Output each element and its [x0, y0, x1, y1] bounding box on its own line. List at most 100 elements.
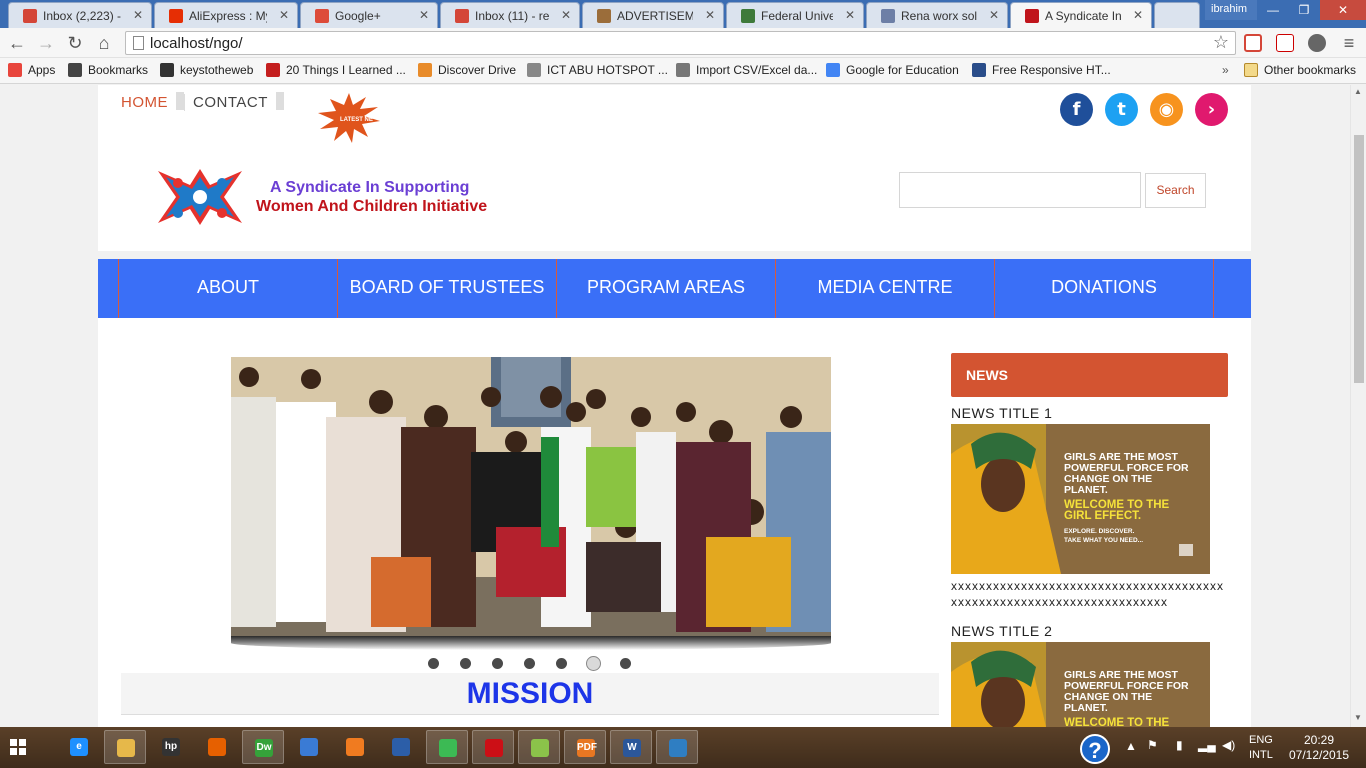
news-title-1[interactable]: NEWS TITLE 1 — [951, 405, 1052, 421]
tab-close-icon[interactable]: ✕ — [845, 8, 855, 22]
bookmark-item[interactable]: Free Responsive HT... — [972, 63, 1111, 77]
bookmark-star-icon[interactable]: ☆ — [1213, 32, 1229, 53]
scroll-thumb[interactable] — [1354, 135, 1364, 383]
taskbar-app-chrome[interactable] — [426, 730, 468, 764]
taskbar-app-pdf[interactable]: PDF — [564, 730, 606, 764]
gmail-extension-icon[interactable] — [1244, 34, 1262, 52]
clock[interactable]: 20:29 07/12/2015 — [1287, 733, 1351, 763]
tab-title: Inbox (2,223) - id — [43, 9, 121, 23]
bookmark-item[interactable]: Apps — [8, 63, 55, 77]
home-button[interactable]: ⌂ — [93, 32, 115, 54]
battery-icon[interactable]: ▮ — [1176, 738, 1183, 752]
slider-dot[interactable] — [492, 658, 503, 669]
search-button[interactable]: Search — [1145, 173, 1206, 208]
browser-tab[interactable]: Google+ ✕ — [300, 2, 438, 28]
news-image-1[interactable]: GIRLS ARE THE MOST POWERFUL FORCE FOR CHAN… — [951, 424, 1210, 574]
window-close-button[interactable]: ✕ — [1320, 0, 1366, 20]
tab-close-icon[interactable]: ✕ — [989, 8, 999, 22]
network-icon[interactable]: ▂▄ — [1198, 738, 1216, 752]
browser-tab[interactable]: Federal Universit ✕ — [726, 2, 864, 28]
tab-close-icon[interactable]: ✕ — [279, 8, 289, 22]
bookmarks-overflow-icon[interactable]: » — [1222, 63, 1229, 77]
extension-icon[interactable] — [1308, 34, 1326, 52]
nav-home-link[interactable]: HOME — [121, 94, 176, 111]
forward-button[interactable]: → — [35, 32, 57, 54]
taskbar-app-messenger[interactable] — [518, 730, 560, 764]
menu-item-donations[interactable]: DONATIONS — [994, 259, 1213, 318]
tab-close-icon[interactable]: ✕ — [561, 8, 571, 22]
chrome-icon — [439, 739, 457, 757]
menu-item-program-areas[interactable]: PROGRAM AREAS — [556, 259, 775, 318]
slider-dot[interactable] — [524, 658, 535, 669]
extension-icon[interactable] — [1276, 34, 1294, 52]
menu-item-about[interactable]: ABOUT — [118, 259, 337, 318]
bookmark-item[interactable]: Discover Drive — [418, 63, 516, 77]
scroll-up-icon[interactable]: ▲ — [1354, 87, 1362, 96]
slider-dot[interactable] — [586, 656, 601, 671]
taskbar-app-xampp[interactable] — [334, 730, 376, 764]
taskbar-app-dreamweaver[interactable]: Dw — [242, 730, 284, 764]
scroll-down-icon[interactable]: ▼ — [1354, 713, 1362, 722]
new-tab-button[interactable] — [1154, 2, 1200, 28]
bookmark-item[interactable]: Google for Education — [826, 63, 959, 77]
address-bar[interactable]: localhost/ngo/ ☆ — [125, 31, 1236, 55]
taskbar-app-rdp[interactable] — [656, 730, 698, 764]
taskbar-app-explorer[interactable] — [104, 730, 146, 764]
bookmark-item[interactable]: Bookmarks — [68, 63, 148, 77]
other-bookmarks[interactable]: Other bookmarks — [1244, 63, 1356, 77]
tab-close-icon[interactable]: ✕ — [133, 8, 143, 22]
restore-button[interactable]: ❐ — [1289, 0, 1319, 20]
taskbar-app-hp[interactable]: hp — [150, 730, 192, 764]
browser-tab[interactable]: A Syndicate In Su ✕ — [1010, 2, 1152, 28]
language-indicator[interactable]: ENG INTL — [1249, 733, 1273, 763]
tab-close-icon[interactable]: ✕ — [705, 8, 715, 22]
flag-icon[interactable]: ⚑ — [1147, 738, 1158, 752]
tray-expand-icon[interactable]: ▲ — [1125, 739, 1137, 753]
news-title-2[interactable]: NEWS TITLE 2 — [951, 623, 1052, 639]
facebook-icon[interactable]: f — [1060, 93, 1093, 126]
nav-contact-link[interactable]: CONTACT — [184, 94, 276, 111]
taskbar-app-opera[interactable] — [472, 730, 514, 764]
rss-icon[interactable]: ◉ — [1150, 93, 1183, 126]
chrome-menu-icon[interactable]: ≡ — [1338, 32, 1360, 54]
taskbar-app-word[interactable]: W — [610, 730, 652, 764]
taskbar-app-app[interactable] — [380, 730, 422, 764]
slider-dot[interactable] — [620, 658, 631, 669]
pdf-icon: PDF — [577, 739, 597, 757]
minimize-button[interactable]: — — [1258, 0, 1288, 20]
twitter-icon[interactable]: t — [1105, 93, 1138, 126]
slider-dot[interactable] — [460, 658, 471, 669]
tab-close-icon[interactable]: ✕ — [419, 8, 429, 22]
bookmark-item[interactable]: Import CSV/Excel da... — [676, 63, 817, 77]
browser-tab[interactable]: Inbox (11) - rena ✕ — [440, 2, 580, 28]
profile-button[interactable]: ibrahim — [1205, 0, 1257, 20]
help-icon[interactable]: ? — [1080, 734, 1110, 764]
taskbar-app-firefox[interactable] — [196, 730, 238, 764]
browser-tab[interactable]: ADVERTISEMENT ✕ — [582, 2, 724, 28]
bookmark-item[interactable]: 20 Things I Learned ... — [266, 63, 406, 77]
menu-item-media-centre[interactable]: MEDIA CENTRE — [775, 259, 994, 318]
site-logo[interactable]: A Syndicate In Supporting Women And Chil… — [150, 163, 510, 231]
reload-button[interactable]: ↻ — [64, 32, 86, 54]
menu-item-board-of-trustees[interactable]: BOARD OF TRUSTEES — [337, 259, 556, 318]
page-scrollbar[interactable]: ▲ ▼ — [1350, 85, 1366, 727]
browser-tab[interactable]: Inbox (2,223) - id ✕ — [8, 2, 152, 28]
volume-icon[interactable]: ◀) — [1222, 738, 1235, 752]
browser-tab[interactable]: AliExpress : My A ✕ — [154, 2, 298, 28]
back-button[interactable]: ← — [6, 32, 28, 54]
latest-news-burst[interactable]: LATEST NE — [318, 93, 380, 143]
taskbar-app-safari[interactable] — [288, 730, 330, 764]
bookmark-item[interactable]: ICT ABU HOTSPOT ... — [527, 63, 668, 77]
search-input[interactable] — [899, 172, 1141, 208]
bookmark-item[interactable]: keystotheweb — [160, 63, 253, 77]
more-icon[interactable]: › — [1195, 93, 1228, 126]
taskbar-app-ie[interactable]: e — [58, 730, 100, 764]
windows-start-icon[interactable] — [10, 739, 26, 755]
slider-dot[interactable] — [556, 658, 567, 669]
browser-tab[interactable]: Rena worx soluti ✕ — [866, 2, 1008, 28]
news-image-2[interactable]: GIRLS ARE THE MOST POWERFUL FORCE FOR CHAN… — [951, 642, 1210, 727]
tab-close-icon[interactable]: ✕ — [1133, 8, 1143, 22]
hero-slider-image[interactable] — [231, 357, 831, 636]
slider-dot[interactable] — [428, 658, 439, 669]
nav-divider — [176, 92, 184, 110]
